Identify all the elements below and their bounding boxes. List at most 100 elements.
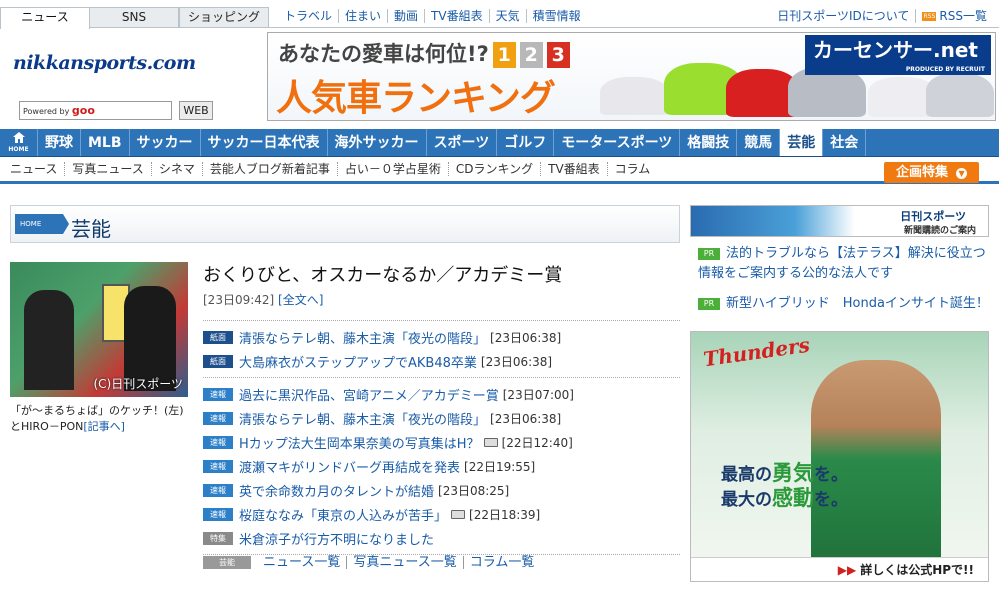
ad-copy: 最高の勇気を。 最大の感動を。 (721, 461, 848, 511)
rank-2-badge: 2 (519, 42, 543, 68)
banner-main-text: 人気車ランキング (276, 78, 556, 119)
official-site-link[interactable]: ▶▶ 詳しくは公式HPで!! (691, 557, 988, 581)
news-link[interactable]: 清張ならテレ朝、藤木主演「夜光の階段」 (239, 409, 486, 428)
list-item[interactable]: 紙面 大島麻衣がステップアップでAKB48卒業 [23日06:38] (203, 349, 680, 373)
rss-link[interactable]: RSS RSS一覧 (915, 9, 993, 23)
shimen-badge: 紙面 (203, 330, 233, 344)
nav-home[interactable]: HOME (0, 129, 38, 156)
sub-nav: ニュース 写真ニュース シネマ 芸能人ブログ新着記事 占い－０学占星術 CDラン… (0, 157, 999, 184)
divider (203, 377, 680, 378)
car-image (600, 77, 670, 115)
top-right-links: 日刊スポーツIDについて RSS RSS一覧 (771, 9, 993, 23)
subnav-cinema[interactable]: シネマ (150, 162, 202, 176)
pr-item[interactable]: PR 新型ハイブリッド Hondaインサイト誕生！ (698, 294, 990, 314)
list-item[interactable]: 紙面 清張ならテレ朝、藤木主演「夜光の階段」 [23日06:38] (203, 325, 680, 349)
camera-icon (451, 509, 466, 519)
photo-article-link[interactable]: [記事へ] (83, 420, 125, 433)
top-bar: ニュース SNS ショッピング トラベル 住まい 動画 TV番組表 天気 積雪情… (0, 0, 999, 29)
news-time: [22日19:55] (464, 459, 536, 474)
news-time: [23日06:38] (490, 330, 562, 345)
news-link[interactable]: 渡瀬マキがリンドバーグ再結成を発表 (239, 457, 460, 476)
page-title: 芸能 (71, 217, 111, 241)
news-link[interactable]: 米倉涼子が行方不明になりました (239, 529, 434, 548)
news-time: [22日18:39] (469, 507, 541, 522)
nav-baseball[interactable]: 野球 (38, 129, 81, 156)
list-item[interactable]: 特集 米倉涼子が行方不明になりました (203, 526, 680, 550)
subnav-cd-ranking[interactable]: CDランキング (447, 162, 540, 176)
news-time: [22日12:40] (501, 435, 573, 450)
sokuho-badge: 速報 (203, 483, 233, 497)
news-index-link[interactable]: ニュース一覧 (257, 556, 346, 569)
goo-logo: goo (71, 104, 95, 117)
nav-society[interactable]: 社会 (823, 129, 867, 156)
list-item[interactable]: 速報 渡瀬マキがリンドバーグ再結成を発表 [22日19:55] (203, 454, 680, 478)
subnav-news[interactable]: ニュース (3, 162, 64, 176)
top-story-meta: [23日09:42] [全文へ] (203, 291, 323, 308)
news-link[interactable]: 大島麻衣がステップアップでAKB48卒業 (239, 352, 477, 371)
breadcrumb-home[interactable]: HOME (15, 214, 69, 234)
top-link-snow[interactable]: 積雪情報 (525, 9, 587, 23)
pr-link[interactable]: 法的トラブルなら【法テラス】解決に役立つ情報をご案内する公的な法人です (698, 246, 986, 281)
carsensor-logo: カーセンサー.net PRODUCED BY RECRUIT (805, 35, 991, 75)
top-link-travel[interactable]: トラベル (278, 9, 338, 23)
kikaku-label: 企画特集 (896, 165, 949, 180)
nav-keiba[interactable]: 競馬 (737, 129, 781, 156)
nav-geino[interactable]: 芸能 (780, 129, 824, 156)
rank-1-badge: 1 (492, 42, 516, 68)
home-icon (12, 132, 25, 143)
pr-link[interactable]: 新型ハイブリッド Hondaインサイト誕生！ (726, 296, 989, 311)
list-item[interactable]: 速報 清張ならテレ朝、藤木主演「夜光の階段」 [23日06:38] (203, 406, 680, 430)
nav-mlb[interactable]: MLB (81, 129, 130, 156)
list-item[interactable]: 速報 Hカップ法大生岡本果奈美の写真集はH？ [22日12:40] (203, 430, 680, 454)
feature-photo[interactable]: (C)日刊スポーツ (10, 262, 188, 397)
list-item[interactable]: 速報 過去に黒沢作品、宮崎アニメ／アカデミー賞 [23日07:00] (203, 382, 680, 406)
pr-item[interactable]: PR 法的トラブルなら【法テラス】解決に役立つ情報をご案内する公的な法人です (698, 244, 990, 284)
thunders-ad[interactable]: Thunders 最高の勇気を。 最大の感動を。 ▶▶ 詳しくは公式HPで!! (690, 331, 989, 582)
subnav-photo-news[interactable]: 写真ニュース (64, 162, 150, 176)
nav-world-soccer[interactable]: 海外サッカー (328, 129, 427, 156)
news-link[interactable]: 桜庭ななみ「東京の人込みが苦手」 (239, 505, 447, 524)
nav-fighting[interactable]: 格闘技 (680, 129, 738, 156)
id-link[interactable]: 日刊スポーツIDについて (771, 9, 915, 23)
team-logo: Thunders (701, 332, 812, 372)
tab-news[interactable]: ニュース (0, 7, 90, 29)
news-link[interactable]: 過去に黒沢作品、宮崎アニメ／アカデミー賞 (239, 385, 499, 404)
car-ranking-banner[interactable]: あなたの愛車は何位!? 1 2 3 人気車ランキング カーセンサー.net PRODUC… (267, 32, 996, 121)
shimen-badge: 紙面 (203, 354, 233, 368)
top-link-housing[interactable]: 住まい (338, 9, 387, 23)
news-link[interactable]: 英で余命数カ月のタレントが結婚 (239, 481, 434, 500)
search-input[interactable]: Powered by goo (19, 101, 172, 120)
column-index-link[interactable]: コラム一覧 (462, 556, 541, 569)
subnav-tv[interactable]: TV番組表 (540, 162, 607, 176)
nav-golf[interactable]: ゴルフ (497, 129, 555, 156)
pr-badge: PR (698, 247, 720, 260)
news-link[interactable]: Hカップ法大生岡本果奈美の写真集はH？ (239, 433, 480, 452)
subnav-column[interactable]: コラム (606, 162, 658, 176)
full-text-link[interactable]: [全文へ] (278, 293, 323, 307)
subnav-blog[interactable]: 芸能人ブログ新着記事 (201, 162, 337, 176)
kikaku-dropdown[interactable]: 企画特集 ▼ (884, 162, 979, 183)
subscription-banner[interactable]: 日刊スポーツ 新聞購読のご案内 (690, 205, 989, 237)
news-time: [23日07:00] (502, 387, 574, 402)
nav-soccer[interactable]: サッカー (130, 129, 201, 156)
top-link-video[interactable]: 動画 (387, 9, 424, 23)
nav-soccer-japan[interactable]: サッカー日本代表 (201, 129, 328, 156)
subscription-title: 日刊スポーツ (900, 210, 966, 223)
site-logo[interactable]: nikkansports.com (13, 52, 196, 74)
photo-news-index-link[interactable]: 写真ニュース一覧 (346, 556, 462, 569)
tab-shopping[interactable]: ショッピング (179, 7, 269, 27)
pr-badge: PR (698, 297, 720, 310)
news-link[interactable]: 清張ならテレ朝、藤木主演「夜光の階段」 (239, 328, 486, 347)
tab-sns[interactable]: SNS (89, 7, 179, 27)
top-link-tv[interactable]: TV番組表 (424, 9, 489, 23)
subnav-fortune[interactable]: 占い－０学占星術 (336, 162, 448, 176)
list-item[interactable]: 速報 英で余命数カ月のタレントが結婚 [23日08:25] (203, 478, 680, 502)
sokuho-badge: 速報 (203, 435, 233, 449)
list-item[interactable]: 速報 桜庭ななみ「東京の人込みが苦手」 [22日18:39] (203, 502, 680, 526)
nav-motorsports[interactable]: モータースポーツ (554, 129, 681, 156)
top-story-headline[interactable]: おくりびと、オスカーなるか／アカデミー賞 (203, 261, 562, 287)
web-search-button[interactable]: WEB (179, 101, 213, 120)
nav-sports[interactable]: スポーツ (427, 129, 498, 156)
top-link-weather[interactable]: 天気 (488, 9, 526, 23)
sokuho-badge: 速報 (203, 459, 233, 473)
